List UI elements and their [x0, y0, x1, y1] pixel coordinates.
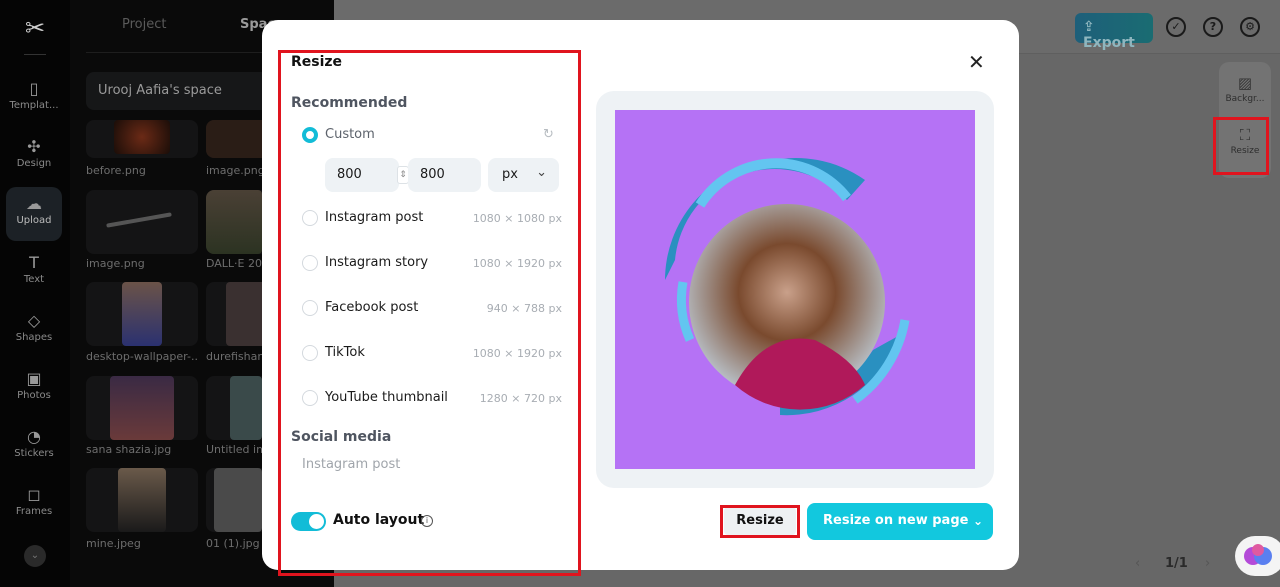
asset-filename: image.png [86, 257, 145, 270]
settings-icon[interactable]: ⚙ [1240, 17, 1260, 37]
sidebar-item-label: Shapes [15, 332, 53, 343]
option-dimensions: 1080 × 1920 px [472, 347, 562, 360]
help-icon[interactable]: ? [1203, 17, 1223, 37]
asset-filename: 01 (1).jpg [206, 537, 260, 550]
reset-icon[interactable]: ↻ [543, 127, 554, 142]
radio-tiktok[interactable] [302, 345, 318, 361]
option-dimensions: 1080 × 1080 px [472, 212, 562, 225]
option-dimensions: 1080 × 1920 px [472, 257, 562, 270]
asset-thumbnail[interactable] [86, 282, 198, 346]
page-indicator: 1/1 [1165, 556, 1188, 571]
option-dimensions: 940 × 788 px [486, 302, 562, 315]
template-icon: ▯ [29, 79, 39, 98]
asset-thumbnail[interactable] [86, 376, 198, 440]
frames-icon: ◻ [27, 485, 41, 504]
asset-filename: Untitled im... [206, 443, 262, 456]
asset-filename: before.png [86, 164, 146, 177]
design-preview [615, 110, 975, 469]
auto-layout-label: Auto layout [333, 512, 425, 528]
background-tool[interactable]: ▨ Backgr... [1219, 74, 1271, 104]
sidebar-item-frames[interactable]: ◻ Frames [6, 478, 62, 532]
asset-thumbnail[interactable] [86, 120, 198, 158]
sidebar-item-design[interactable]: ✣ Design [6, 130, 62, 184]
background-icon: ▨ [1237, 74, 1253, 92]
auto-layout-toggle[interactable] [291, 512, 326, 531]
asset-filename: image.png [206, 164, 262, 177]
dialog-title: Resize [291, 54, 343, 70]
asset-thumbnail[interactable] [86, 190, 198, 254]
highlight-box [1213, 117, 1269, 175]
preview-graphic [665, 157, 910, 416]
option-dimensions: 1280 × 720 px [479, 392, 562, 405]
option-label[interactable]: TikTok [325, 345, 365, 360]
option-custom-label[interactable]: Custom [325, 127, 375, 142]
option-label[interactable]: Instagram story [325, 255, 428, 270]
highlight-box [720, 505, 800, 538]
sidebar-item-templates[interactable]: ▯ Templat... [6, 72, 62, 126]
asset-filename: desktop-wallpaper-... [86, 350, 198, 363]
prev-page-button[interactable]: ‹ [1135, 556, 1140, 571]
sidebar-item-shapes[interactable]: ◇ Shapes [6, 304, 62, 358]
sidebar-item-label: Frames [15, 506, 53, 517]
sidebar-item-label: Text [23, 274, 45, 285]
tab-project[interactable]: Project [122, 17, 166, 32]
resize-on-new-page-button[interactable]: Resize on new page ⌄ [807, 503, 993, 540]
next-page-button[interactable]: › [1205, 556, 1210, 571]
chevron-down-icon[interactable]: ⌄ [963, 503, 993, 540]
stickers-icon: ◔ [27, 427, 41, 446]
photos-icon: ▣ [26, 369, 42, 388]
divider [24, 54, 46, 55]
asset-filename: sana shazia.jpg [86, 443, 172, 456]
sidebar-item-label: Upload [16, 215, 52, 226]
asset-thumbnail[interactable] [86, 468, 198, 532]
option-label[interactable]: YouTube thumbnail [325, 390, 448, 405]
shield-check-icon[interactable]: ✓ [1166, 17, 1186, 37]
unit-value: px [502, 167, 518, 182]
button-label: Resize on new page [823, 513, 969, 528]
radio-custom[interactable] [302, 127, 318, 143]
option-label[interactable]: Facebook post [325, 300, 418, 315]
capcut-logo-icon[interactable]: ✂ [20, 14, 50, 42]
sidebar-item-photos[interactable]: ▣ Photos [6, 362, 62, 416]
design-icon: ✣ [27, 137, 41, 156]
close-icon[interactable]: ✕ [968, 50, 985, 74]
radio-youtube-thumbnail[interactable] [302, 390, 318, 406]
space-selector[interactable]: Urooj Aafia's space [86, 72, 276, 110]
left-toolbar: ✂ ▯ Templat... ✣ Design ☁ Upload T Text ◇ Sha… [0, 0, 70, 587]
asset-filename: durefishan... [206, 350, 262, 363]
option-label[interactable]: Instagram post [325, 210, 423, 225]
ai-assistant-button[interactable] [1235, 536, 1280, 576]
unit-select[interactable]: px ⌄ [488, 158, 559, 192]
radio-facebook-post[interactable] [302, 300, 318, 316]
shapes-icon: ◇ [27, 311, 41, 330]
chevron-down-icon: ⌄ [536, 165, 547, 180]
info-icon[interactable]: i [421, 515, 433, 527]
more-chevron-icon[interactable]: ⌄ [24, 545, 46, 567]
sidebar-item-label: Stickers [14, 448, 54, 459]
section-recommended: Recommended [291, 95, 408, 111]
sidebar-item-label: Templat... [9, 100, 59, 111]
export-label: Export [1083, 35, 1135, 51]
export-button[interactable]: ⇪ Export [1075, 13, 1153, 51]
radio-instagram-story[interactable] [302, 255, 318, 271]
text-icon: T [29, 253, 39, 272]
radio-instagram-post[interactable] [302, 210, 318, 226]
export-icon: ⇪ [1083, 19, 1095, 35]
height-input[interactable]: 800 [408, 158, 481, 192]
asset-filename: DALL·E 202... [206, 257, 262, 270]
width-input[interactable]: 800 [325, 158, 399, 192]
social-option-instagram-post[interactable]: Instagram post [302, 457, 400, 472]
asset-filename: mine.jpeg [86, 537, 141, 550]
upload-cloud-icon: ☁ [26, 194, 42, 213]
ring-arc [676, 281, 695, 342]
sidebar-item-upload[interactable]: ☁ Upload [6, 187, 62, 241]
sidebar-item-stickers[interactable]: ◔ Stickers [6, 420, 62, 474]
sidebar-item-label: Design [16, 158, 52, 169]
sidebar-item-label: Photos [17, 390, 51, 401]
sidebar-item-text[interactable]: T Text [6, 246, 62, 300]
section-social-media: Social media [291, 429, 392, 445]
tool-label: Backgr... [1225, 94, 1265, 104]
brain-icon [1244, 544, 1272, 565]
